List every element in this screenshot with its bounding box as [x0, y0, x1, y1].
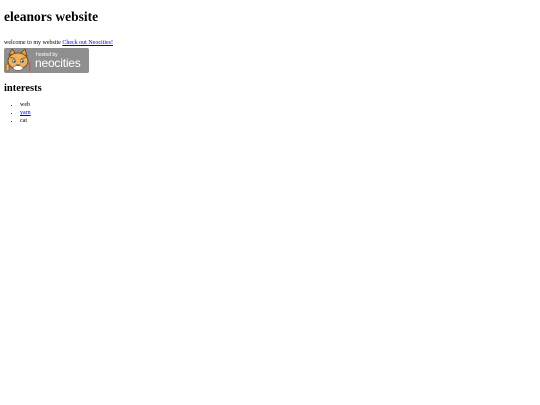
interests-list: web yarn cat — [4, 101, 31, 125]
list-item: cat — [20, 117, 31, 125]
list-item: yarn — [20, 109, 31, 117]
badge-brand-text: neocities — [35, 56, 81, 70]
interest-cat: cat — [20, 118, 27, 124]
hosted-by-neocities-badge[interactable]: hosted by neocities — [4, 48, 89, 73]
list-item: web — [20, 101, 31, 109]
interest-web: web — [20, 102, 30, 108]
neocities-cat-icon — [5, 48, 31, 72]
intro-paragraph: welcome to my website Check out Neocitie… — [4, 39, 113, 47]
page-title: eleanors website — [4, 9, 99, 24]
neocities-link[interactable]: Check out Neocities! — [62, 40, 113, 46]
intro-text: welcome to my website — [4, 40, 63, 46]
interests-heading: interests — [4, 83, 42, 94]
interest-yarn-link[interactable]: yarn — [20, 110, 31, 116]
